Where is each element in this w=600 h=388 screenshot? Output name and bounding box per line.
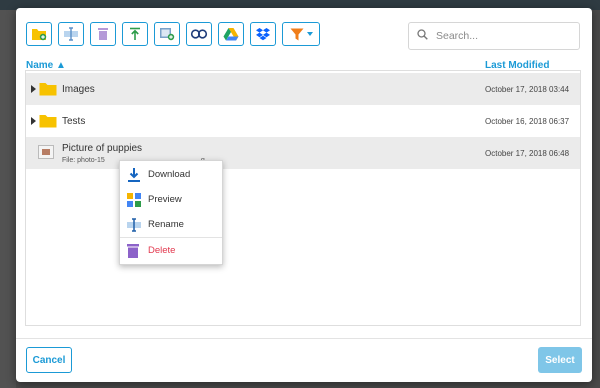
list-item[interactable]: Images October 17, 2018 03:44: [26, 73, 580, 105]
list-item[interactable]: Picture of puppies File: photo-15g Octob…: [26, 137, 580, 169]
file-list: Images October 17, 2018 03:44 Tests Octo…: [25, 70, 581, 326]
google-drive-button[interactable]: [218, 22, 244, 46]
expand-caret-icon[interactable]: [31, 117, 36, 125]
folder-icon: [39, 114, 57, 133]
rename-icon: [126, 217, 142, 238]
select-button[interactable]: Select: [538, 347, 582, 373]
rename-icon: [63, 27, 79, 41]
menu-item-preview[interactable]: Preview: [120, 188, 222, 212]
upload-button[interactable]: [122, 22, 148, 46]
background-sidebar: [0, 10, 16, 388]
item-modified: October 17, 2018 06:48: [485, 149, 570, 158]
item-name: Tests: [62, 116, 86, 127]
image-thumbnail-icon: [38, 145, 54, 159]
context-menu: Download Preview Rename Delete: [119, 160, 223, 265]
add-image-button[interactable]: [154, 22, 180, 46]
preview-icon: [126, 192, 142, 213]
item-name: Images: [62, 84, 95, 95]
new-folder-icon: [31, 27, 47, 41]
search-input[interactable]: [434, 29, 568, 43]
search-box: [408, 22, 580, 50]
folder-icon: [39, 82, 57, 101]
cancel-button[interactable]: Cancel: [26, 347, 72, 373]
file-manager-dialog: Name ▲ Last Modified Images October 17, …: [16, 8, 592, 382]
upload-icon: [128, 27, 142, 41]
trash-icon: [126, 243, 140, 264]
footer-divider: [16, 338, 592, 339]
rename-button[interactable]: [58, 22, 84, 46]
menu-divider: [120, 237, 222, 238]
search-icon: [417, 27, 428, 45]
link-button[interactable]: [186, 22, 212, 46]
chevron-down-icon: [306, 32, 313, 36]
delete-button[interactable]: [90, 22, 116, 46]
list-item[interactable]: Tests October 16, 2018 06:37: [26, 105, 580, 137]
dropbox-button[interactable]: [250, 22, 276, 46]
item-name: Picture of puppies: [62, 143, 143, 154]
new-folder-button[interactable]: [26, 22, 52, 46]
filter-icon: [290, 28, 304, 41]
google-drive-icon: [223, 27, 239, 41]
item-modified: October 17, 2018 03:44: [485, 85, 570, 94]
filter-dropdown-button[interactable]: [282, 22, 320, 46]
menu-item-delete[interactable]: Delete: [120, 239, 222, 263]
item-modified: October 16, 2018 06:37: [485, 117, 570, 126]
expand-caret-icon[interactable]: [31, 85, 36, 93]
dropbox-icon: [255, 27, 271, 41]
menu-item-rename[interactable]: Rename: [120, 213, 222, 237]
link-icon: [190, 29, 208, 39]
trash-icon: [97, 27, 109, 41]
download-icon: [126, 167, 142, 188]
add-image-icon: [159, 27, 175, 41]
toolbar: [26, 22, 320, 50]
menu-item-download[interactable]: Download: [120, 163, 222, 187]
